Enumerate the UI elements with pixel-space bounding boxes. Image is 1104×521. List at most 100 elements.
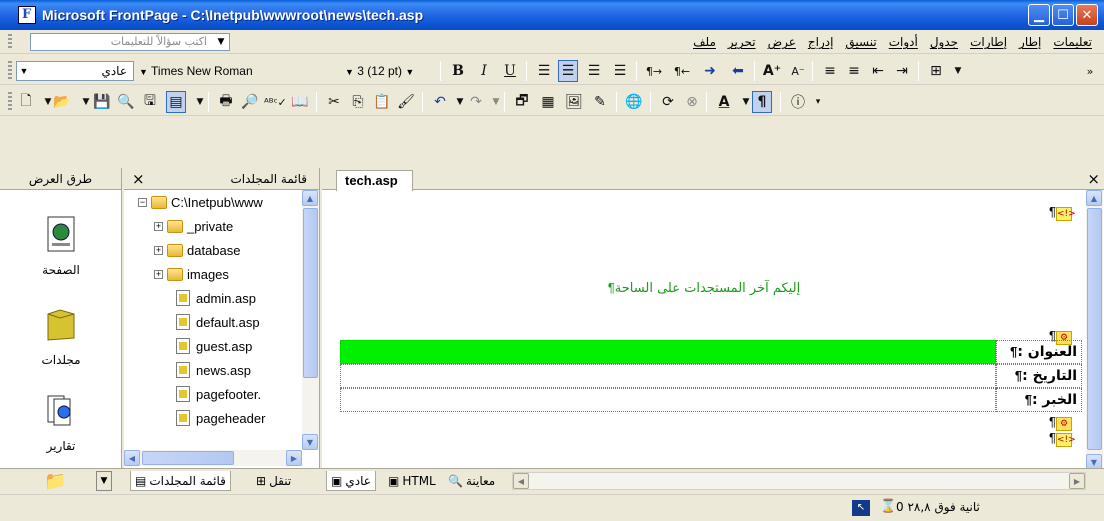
view-folders[interactable]: مجلدات — [0, 304, 122, 367]
insert-picture-icon[interactable]: 🖼 — [564, 91, 584, 113]
tab-navigation[interactable]: ⊞ تنقل — [252, 471, 295, 491]
tree-root[interactable]: − C:\Inetpub\www — [138, 190, 263, 214]
align-left-icon[interactable]: ☰ — [534, 60, 554, 82]
tab-normal-view[interactable]: ▣ عادي — [326, 471, 376, 491]
font-size-select[interactable]: ▼ 3 (12 pt) ▼ — [338, 61, 436, 81]
menu-file[interactable]: ملف — [687, 35, 722, 49]
date-label-cell[interactable]: التاريخ :¶ — [996, 364, 1082, 388]
chevron-down-icon[interactable]: ▼ — [17, 62, 31, 80]
tab-preview[interactable]: 🔍 معاينة — [444, 471, 499, 491]
decrease-indent-icon[interactable]: ⇤ — [868, 60, 888, 82]
copy-icon[interactable]: ⎘ — [348, 91, 368, 113]
tab-tech-asp[interactable]: tech.asp — [336, 170, 413, 191]
chevron-down-icon[interactable]: ▼ — [948, 60, 968, 82]
scroll-down-icon[interactable]: ▼ — [302, 434, 318, 450]
hyperlink-icon[interactable]: 🌐 — [624, 91, 644, 113]
style-select[interactable]: عادي ▼ — [16, 61, 134, 81]
scroll-up-icon[interactable]: ▲ — [302, 190, 318, 206]
scroll-thumb[interactable] — [142, 451, 234, 465]
align-center-icon[interactable]: ☰ — [558, 60, 578, 82]
help-icon[interactable]: ⓘ — [788, 91, 808, 113]
align-right-icon[interactable]: ☰ — [584, 60, 604, 82]
save-icon[interactable]: 💾 — [92, 91, 112, 113]
numbered-list-icon[interactable]: ≡ — [820, 60, 840, 82]
menu-format[interactable]: تنسيق — [839, 35, 882, 49]
tree-file-item[interactable]: guest.asp — [176, 334, 252, 358]
chevron-down-icon[interactable]: ▼ — [405, 67, 414, 77]
tree-file-item[interactable]: pageheader — [176, 406, 265, 430]
folder-list-hscrollbar[interactable]: ◀ ▶ — [124, 450, 302, 466]
view-reports[interactable]: تقارير — [0, 390, 122, 453]
toggle-pane-icon[interactable]: ▤ — [166, 91, 186, 113]
format-painter-icon[interactable]: 🖌 — [396, 91, 416, 113]
toolbar-grip-icon[interactable] — [8, 61, 12, 79]
page-heading[interactable]: إليكم آخر المستجدات على الساحة¶ — [322, 280, 1086, 296]
tree-folder-item[interactable]: + database — [154, 238, 241, 262]
web-component-icon[interactable]: 🗗 — [512, 91, 532, 113]
undo-icon[interactable]: ↶ — [430, 91, 450, 113]
arrow-right-icon[interactable]: ➜ — [700, 60, 720, 82]
expand-icon[interactable]: + — [154, 269, 163, 279]
ltr-direction-icon[interactable]: ¶→ — [644, 60, 664, 82]
tree-file-item[interactable]: admin.asp — [176, 286, 256, 310]
news-value-cell[interactable] — [340, 388, 996, 412]
show-all-icon[interactable]: ¶ — [752, 91, 772, 113]
chevron-down-icon[interactable]: ▼ — [190, 91, 210, 113]
insert-table-icon[interactable]: ▦ — [538, 91, 558, 113]
cursor-mode-icon[interactable]: ↖ — [852, 500, 870, 516]
title-label-cell[interactable]: العنوان :¶ — [996, 340, 1082, 364]
bulleted-list-icon[interactable]: ≡ — [844, 60, 864, 82]
dropdown-button[interactable]: ▼ — [96, 471, 112, 491]
toolbar-grip-icon[interactable] — [8, 34, 12, 50]
font-color-icon[interactable]: A — [714, 91, 734, 113]
close-folder-list-button[interactable]: × — [132, 168, 145, 190]
toolbar-overflow-icon[interactable]: » — [1080, 60, 1100, 82]
maximize-button[interactable]: ☐ — [1052, 4, 1074, 26]
chevron-down-icon[interactable]: ▼ — [213, 34, 229, 50]
collapse-icon[interactable]: − — [138, 197, 147, 207]
scroll-thumb[interactable] — [303, 208, 318, 378]
expand-icon[interactable]: + — [154, 245, 163, 255]
menu-frames[interactable]: إطارات — [964, 35, 1013, 49]
tree-file-item[interactable]: default.asp — [176, 310, 260, 334]
research-icon[interactable]: 📖 — [290, 91, 310, 113]
frontpage-app-icon[interactable] — [18, 6, 36, 24]
web-folder-icon[interactable]: 📁 — [44, 470, 66, 492]
menu-tools[interactable]: أدوات — [883, 35, 924, 49]
increase-indent-icon[interactable]: ⇥ — [892, 60, 912, 82]
page-content[interactable]: <!>¶ إليكم آخر المستجدات على الساحة¶ ⚙¶ … — [322, 190, 1086, 470]
chevron-down-icon[interactable]: ▼ — [139, 67, 148, 77]
redo-icon[interactable]: ↷ — [466, 91, 486, 113]
print-preview-icon[interactable]: 🔎 — [240, 91, 260, 113]
tree-folder-item[interactable]: + images — [154, 262, 229, 286]
chevron-down-icon[interactable]: ▼ — [486, 91, 506, 113]
italic-icon[interactable]: I — [474, 60, 494, 82]
paste-icon[interactable]: 📋 — [372, 91, 392, 113]
refresh-icon[interactable]: ⟳ — [658, 91, 678, 113]
scroll-right-icon[interactable]: ▶ — [1069, 473, 1085, 489]
menu-help[interactable]: تعليمات — [1047, 35, 1098, 49]
new-page-icon[interactable]: 🗋 — [16, 91, 36, 113]
scroll-left-icon[interactable]: ◀ — [513, 473, 529, 489]
publish-icon[interactable]: 🖫 — [140, 91, 160, 113]
scroll-left-icon[interactable]: ◀ — [124, 450, 140, 466]
underline-icon[interactable]: U — [500, 60, 520, 82]
menu-view[interactable]: عرض — [762, 35, 802, 49]
folder-list-vscrollbar[interactable]: ▲ ▼ — [302, 190, 319, 450]
borders-icon[interactable]: ⊞ — [926, 60, 946, 82]
chevron-down-icon[interactable]: ▾ — [808, 91, 828, 113]
ask-question-input[interactable]: اكتب سؤالاً للتعليمات ▼ — [30, 33, 230, 51]
scroll-up-icon[interactable]: ▲ — [1086, 190, 1102, 206]
editor-vscrollbar[interactable]: ▲ ▼ — [1086, 190, 1103, 470]
minimize-button[interactable]: ▁ — [1028, 4, 1050, 26]
chevron-down-icon[interactable]: ▼ — [345, 67, 354, 77]
view-page[interactable]: الصفحة — [0, 214, 122, 277]
tab-folder-list[interactable]: ▤ قائمة المجلدات — [130, 471, 231, 491]
rtl-direction-icon[interactable]: ¶← — [672, 60, 692, 82]
table-row[interactable]: الخبر :¶ — [340, 388, 1082, 412]
decrease-font-icon[interactable]: A⁻ — [788, 60, 808, 82]
menu-table[interactable]: جدول — [924, 35, 964, 49]
table-row[interactable]: العنوان :¶ — [340, 340, 1082, 364]
menu-insert[interactable]: إدراج — [802, 35, 840, 49]
justify-icon[interactable]: ☰ — [610, 60, 630, 82]
